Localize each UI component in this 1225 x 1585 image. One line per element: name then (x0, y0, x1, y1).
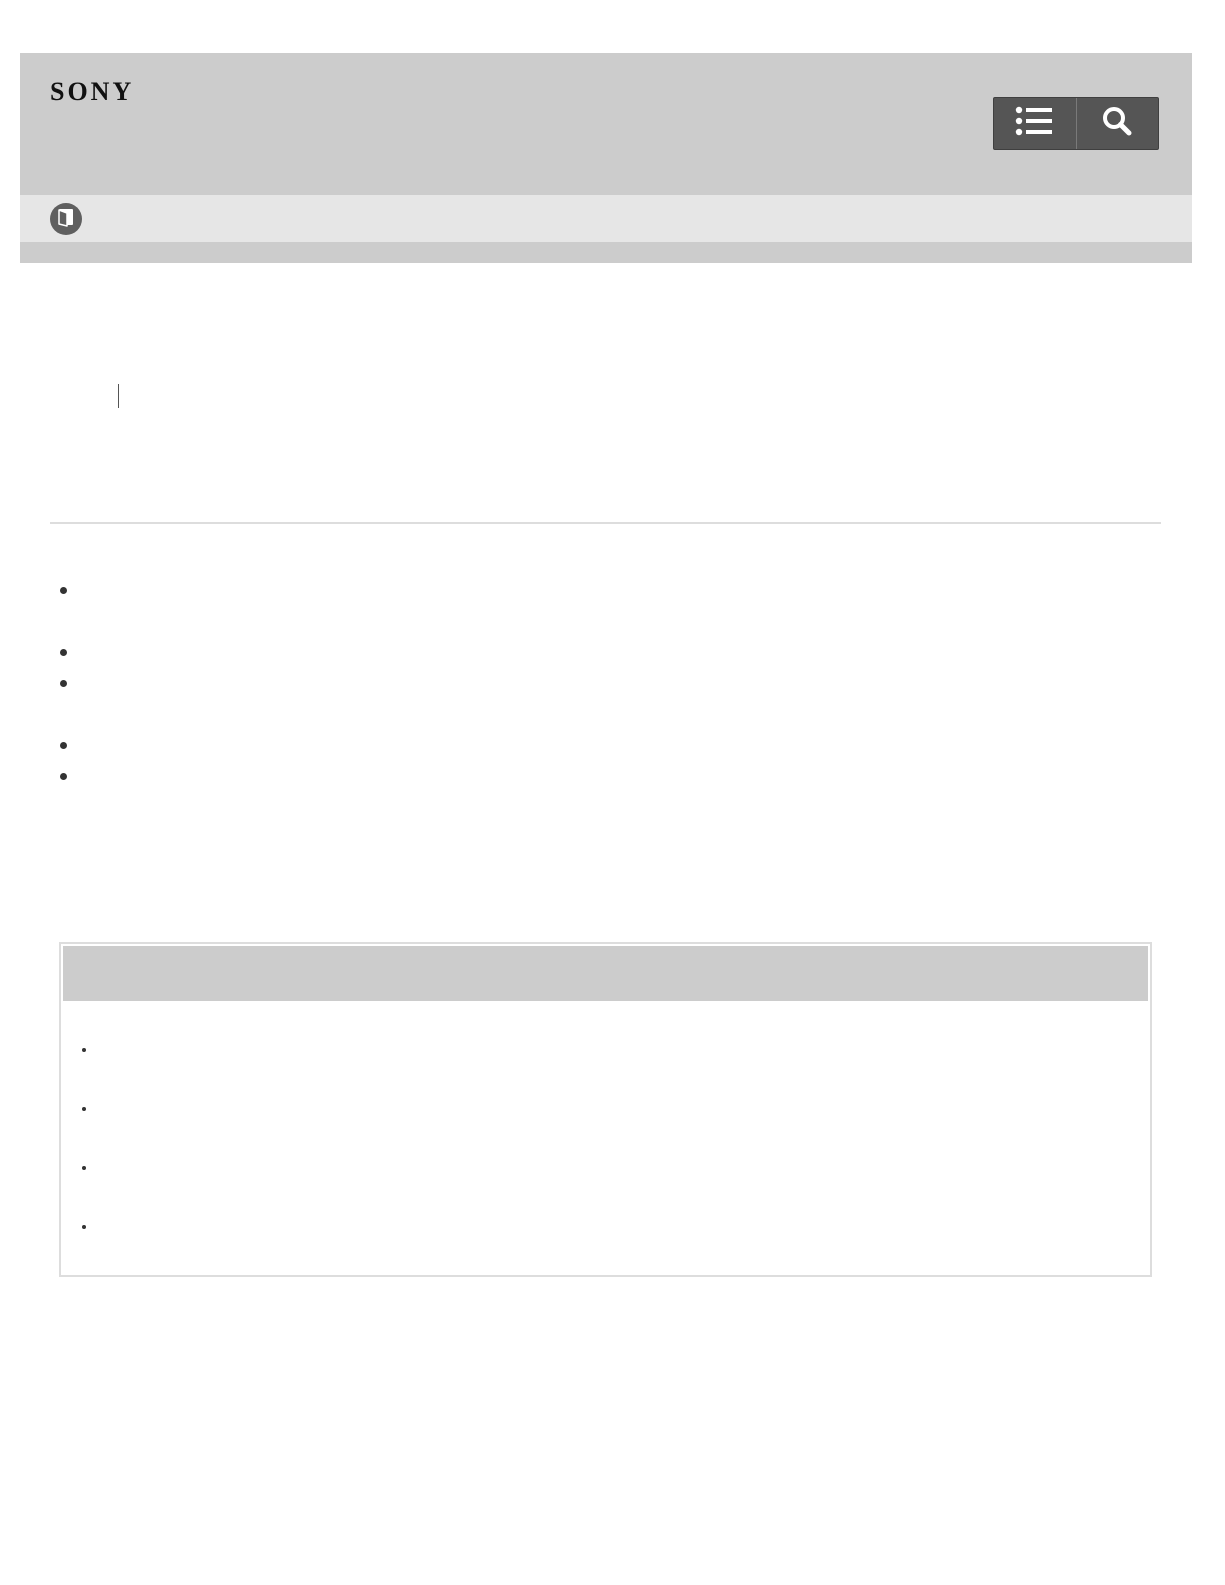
breadcrumb-bar (20, 195, 1192, 242)
site-header: SONY (20, 53, 1192, 195)
note-bullet (82, 1166, 86, 1170)
note-box (59, 942, 1152, 1277)
list-bullet (60, 587, 67, 594)
brand-logo: SONY (50, 77, 135, 106)
page: SONY (0, 0, 1225, 1585)
note-header (63, 946, 1148, 1001)
list-bullet (60, 742, 67, 749)
list-bullet (60, 680, 67, 687)
list-bullet (60, 773, 67, 780)
section-divider (50, 522, 1161, 524)
header-toolbar (993, 97, 1159, 150)
note-bullet (82, 1048, 86, 1052)
title-divider (118, 384, 119, 408)
list-bullet (60, 649, 67, 656)
manual-book-icon (56, 207, 76, 232)
header-bottom-band (20, 242, 1192, 263)
table-of-contents-button[interactable] (994, 98, 1076, 149)
search-icon (1101, 105, 1133, 142)
manual-home-button[interactable] (50, 203, 82, 235)
note-bullet (82, 1225, 86, 1229)
search-button[interactable] (1075, 98, 1159, 149)
note-bullet (82, 1107, 86, 1111)
list-icon (1015, 105, 1055, 142)
